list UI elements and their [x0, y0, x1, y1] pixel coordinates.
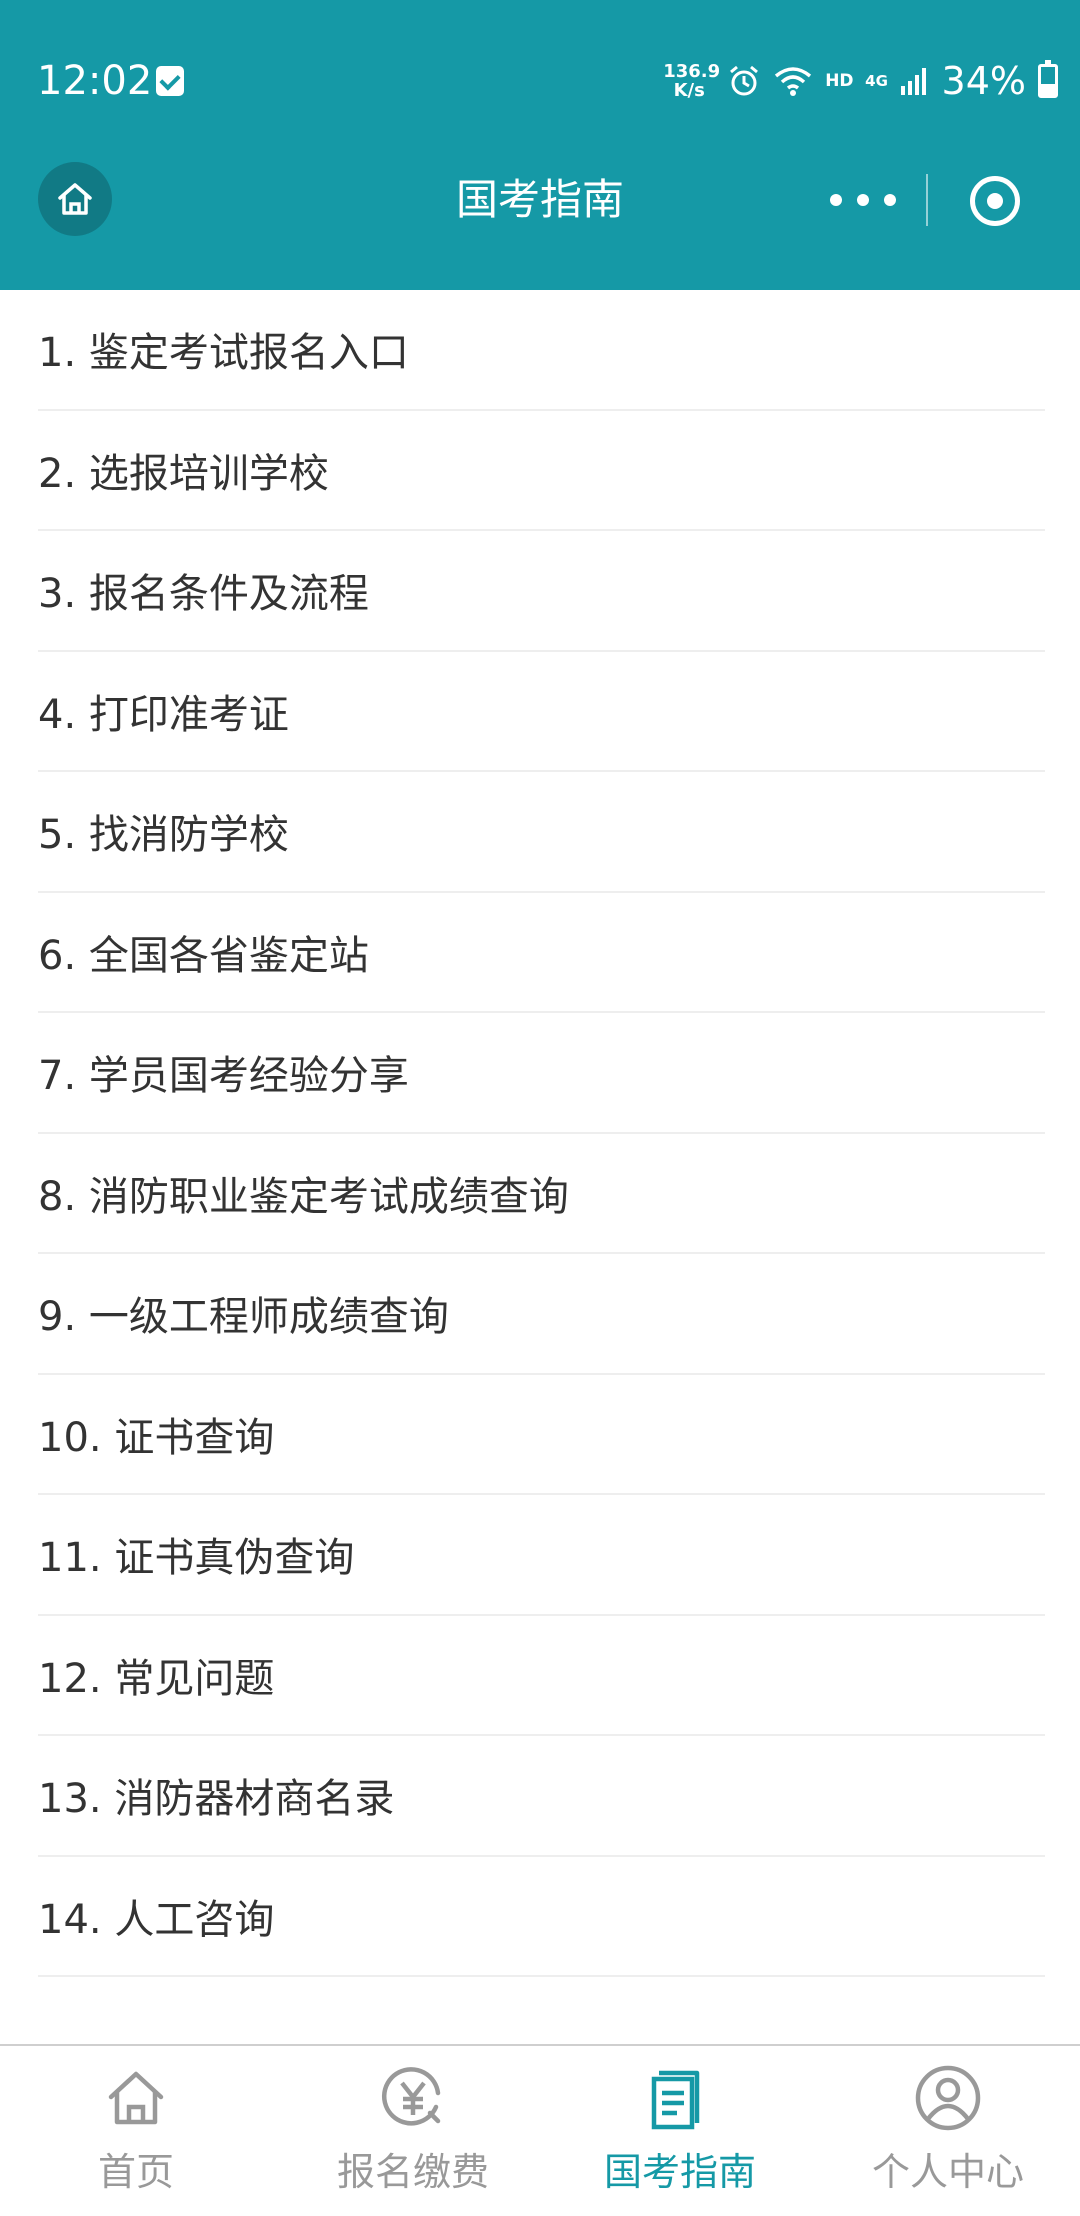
status-bar: 12:02 136.9 K/s HD 4G 34% — [0, 0, 1080, 150]
menu-item-find-school[interactable]: 5. 找消防学校 — [38, 772, 1045, 893]
user-icon — [912, 2062, 984, 2134]
tab-home-label: 首页 — [97, 2150, 174, 2194]
menu-item-consultation[interactable]: 14. 人工咨询 — [38, 1857, 1045, 1977]
wifi-icon — [773, 64, 813, 98]
target-icon — [987, 193, 1003, 209]
menu-item-conditions[interactable]: 3. 报名条件及流程 — [38, 531, 1045, 652]
network-type: 4G — [865, 72, 888, 90]
close-miniprogram-button[interactable] — [970, 176, 1020, 226]
signal-icon — [900, 66, 930, 96]
document-icon — [644, 2062, 716, 2134]
tab-registration-payment-label: 报名缴费 — [336, 2150, 489, 2194]
menu-item-suppliers[interactable]: 13. 消防器材商名录 — [38, 1736, 1045, 1857]
menu-item-training-school[interactable]: 2. 选报培训学校 — [38, 411, 1045, 531]
network-speed: 136.9 K/s — [663, 61, 721, 101]
menu-item-registration[interactable]: 1. 鉴定考试报名入口 — [38, 290, 1045, 411]
battery-icon — [1038, 60, 1058, 98]
guide-menu-list: 1. 鉴定考试报名入口 2. 选报培训学校 3. 报名条件及流程 4. 打印准考… — [38, 290, 1045, 1977]
capsule-divider — [926, 174, 928, 226]
yen-refresh-icon — [377, 2062, 449, 2134]
menu-item-certificate-verify[interactable]: 11. 证书真伪查询 — [38, 1495, 1045, 1616]
menu-item-certificate-query[interactable]: 10. 证书查询 — [38, 1375, 1045, 1495]
menu-item-engineer-score[interactable]: 9. 一级工程师成绩查询 — [38, 1254, 1045, 1375]
network-speed-value: 136.9 — [663, 61, 721, 82]
tab-home[interactable]: 首页 — [26, 2062, 246, 2196]
tab-registration-payment[interactable]: 报名缴费 — [303, 2062, 523, 2196]
network-speed-unit: K/s — [673, 80, 705, 101]
status-time: 12:02 — [37, 58, 153, 104]
tab-profile[interactable]: 个人中心 — [838, 2062, 1058, 2196]
battery-percentage: 34% — [941, 59, 1026, 103]
home-icon — [100, 2062, 172, 2134]
status-icons: 136.9 K/s HD 4G 34% — [663, 56, 1058, 106]
menu-item-faq[interactable]: 12. 常见问题 — [38, 1616, 1045, 1736]
alarm-icon — [727, 64, 761, 98]
more-dot-icon — [884, 194, 896, 206]
tab-exam-guide[interactable]: 国考指南 — [570, 2062, 790, 2196]
page-title: 国考指南 — [455, 175, 624, 224]
menu-item-stations[interactable]: 6. 全国各省鉴定站 — [38, 893, 1045, 1013]
hd-indicator: HD — [825, 71, 854, 91]
tab-exam-guide-label: 国考指南 — [603, 2150, 756, 2194]
menu-item-admission-ticket[interactable]: 4. 打印准考证 — [38, 652, 1045, 772]
menu-item-score-query[interactable]: 8. 消防职业鉴定考试成绩查询 — [38, 1134, 1045, 1254]
more-dot-icon — [830, 194, 842, 206]
tab-profile-label: 个人中心 — [871, 2150, 1024, 2194]
menu-item-experience[interactable]: 7. 学员国考经验分享 — [38, 1013, 1045, 1134]
more-options-button[interactable] — [830, 180, 896, 220]
notification-check-icon — [156, 66, 184, 96]
more-dot-icon — [857, 194, 869, 206]
bottom-tab-bar: 首页 报名缴费 国考指南 个人中心 — [0, 2044, 1080, 2216]
